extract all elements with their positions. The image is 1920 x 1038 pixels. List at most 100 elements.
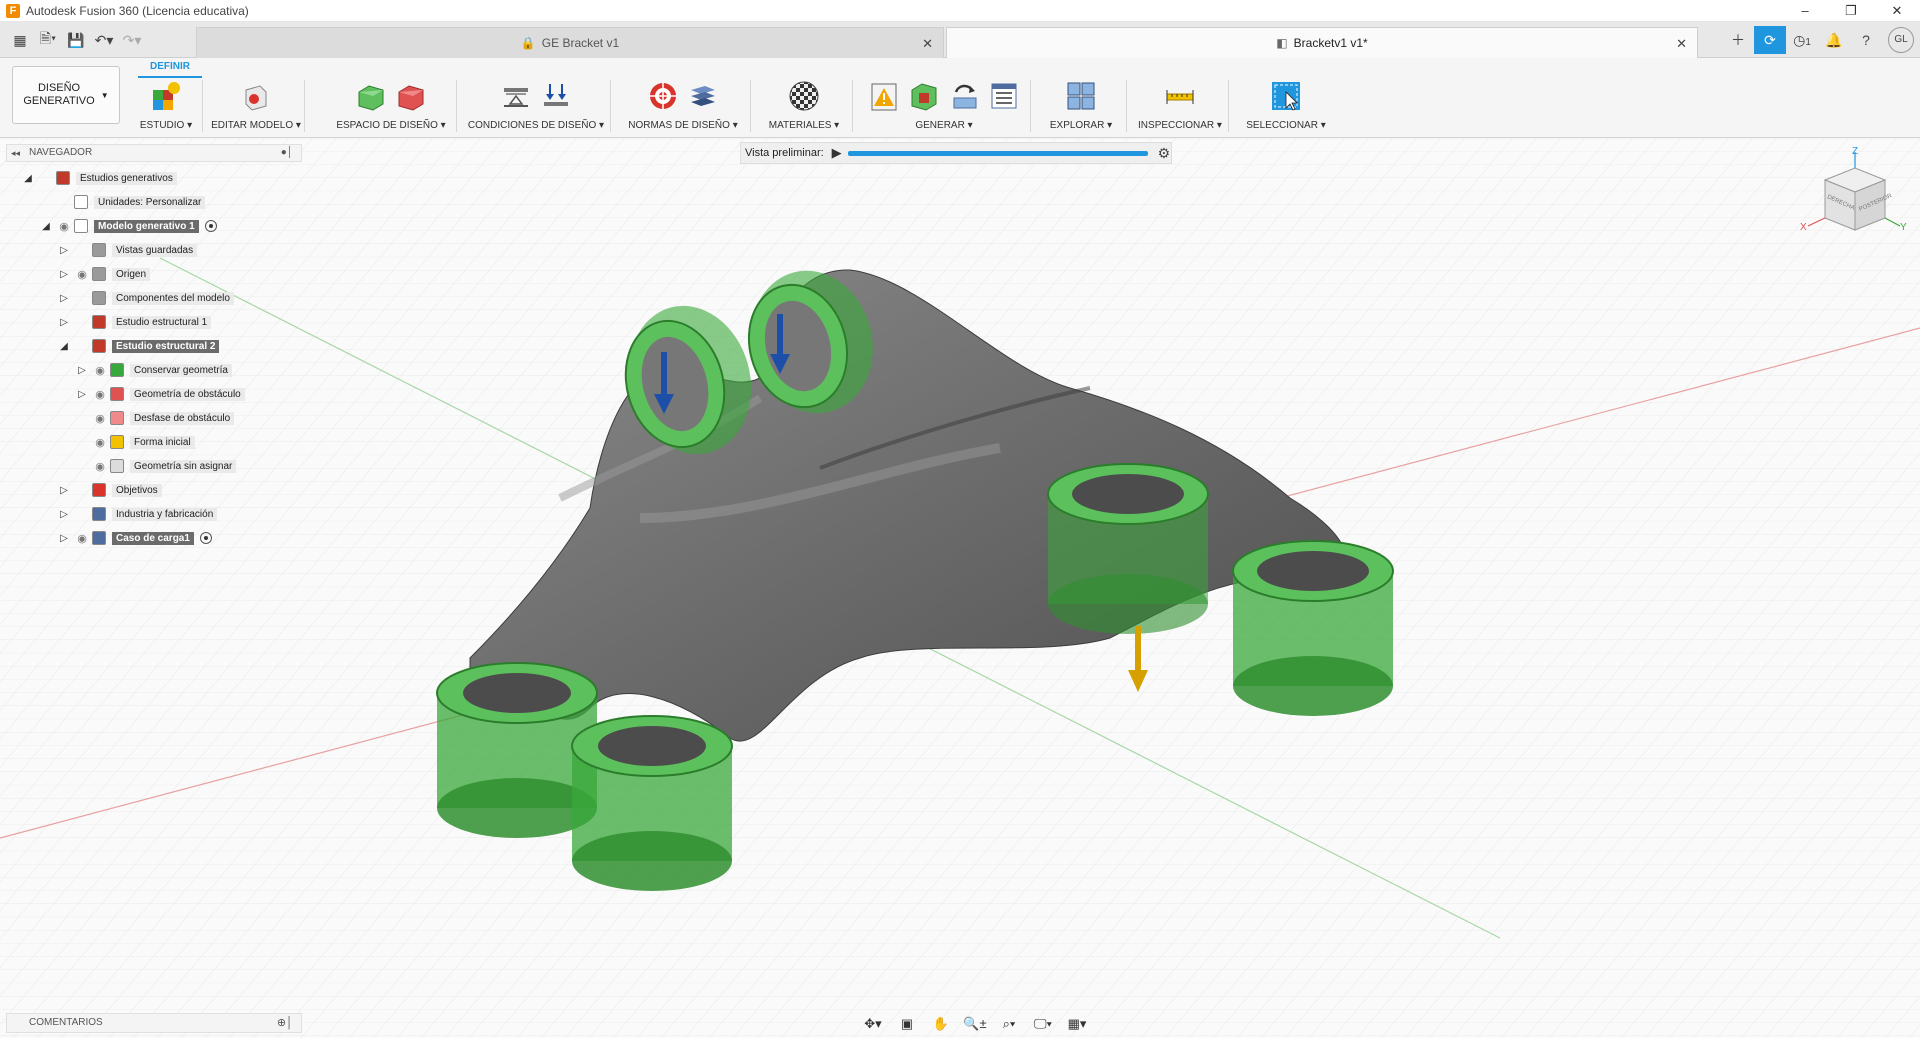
browser-node-label[interactable]: Geometría sin asignar: [130, 459, 237, 473]
browser-header[interactable]: ◂◂ NAVEGADOR ●│: [6, 144, 302, 162]
browser-node-label[interactable]: Desfase de obstáculo: [130, 411, 235, 425]
browser-node-label[interactable]: Modelo generativo 1: [94, 219, 199, 233]
browser-node[interactable]: ▷ Vistas guardadas: [58, 240, 198, 260]
canvas-viewport[interactable]: [0, 138, 1920, 1038]
browser-node-label[interactable]: Vistas guardadas: [112, 243, 198, 257]
new-tab-icon[interactable]: ＋: [1722, 26, 1754, 54]
browser-node[interactable]: ◉ Geometría sin asignar: [76, 456, 237, 476]
grid-settings-icon[interactable]: ▦▾: [1062, 1013, 1092, 1035]
browser-node-label[interactable]: Conservar geometría: [130, 363, 232, 377]
browser-node-label[interactable]: Industria y fabricación: [112, 507, 218, 521]
orbit-icon[interactable]: ✥▾: [858, 1013, 888, 1035]
grid-menu-icon[interactable]: ▦: [6, 32, 34, 49]
add-comment-icon[interactable]: ⊕│: [277, 1014, 293, 1032]
expand-toggle-icon[interactable]: ◢: [40, 221, 52, 232]
activate-radio[interactable]: [199, 532, 212, 544]
browser-node-label[interactable]: Estudio estructural 1: [112, 315, 212, 329]
pin-icon[interactable]: ●│: [281, 145, 293, 161]
tab-bracketv1[interactable]: ◧ Bracketv1 v1* ✕: [946, 27, 1698, 58]
ribbon-group-explorar[interactable]: EXPLORAR ▾: [1036, 78, 1127, 138]
visibility-eye-icon[interactable]: ◉: [92, 436, 108, 449]
notifications-icon[interactable]: 🔔: [1818, 26, 1850, 54]
browser-node-label[interactable]: Objetivos: [112, 483, 162, 497]
redo-icon[interactable]: ↷▾: [118, 32, 146, 49]
browser-node-label[interactable]: Estudio estructural 2: [112, 339, 220, 353]
visibility-eye-icon[interactable]: ◉: [74, 268, 90, 281]
browser-node-label[interactable]: Componentes del modelo: [112, 291, 234, 305]
browser-node[interactable]: ▷ Industria y fabricación: [58, 504, 218, 524]
expand-toggle-icon[interactable]: ▷: [58, 293, 70, 304]
browser-node[interactable]: ▷ ◉ Origen: [58, 264, 151, 284]
visibility-eye-icon[interactable]: ◉: [92, 388, 108, 401]
ribbon-group-espacio-diseno[interactable]: ESPACIO DE DISEÑO ▾: [326, 78, 457, 138]
browser-node[interactable]: ◢ Estudio estructural 2: [58, 336, 220, 356]
minimize-button[interactable]: –: [1782, 0, 1828, 22]
viewcube[interactable]: Z X Y DERECHA POSTERIOR: [1800, 146, 1910, 240]
preserve-boss-back-right[interactable]: [1232, 540, 1394, 716]
collapse-icon[interactable]: ◂◂: [11, 145, 20, 161]
visibility-eye-icon[interactable]: ◉: [92, 364, 108, 377]
look-at-icon[interactable]: ▣: [892, 1013, 922, 1035]
expand-toggle-icon[interactable]: ▷: [58, 317, 70, 328]
close-tab-icon[interactable]: ✕: [922, 36, 933, 52]
preview-slider[interactable]: [847, 150, 1148, 156]
close-tab-icon[interactable]: ✕: [1676, 36, 1687, 52]
browser-node[interactable]: ▷ ◉ Geometría de obstáculo: [76, 384, 245, 404]
browser-node-label[interactable]: Forma inicial: [130, 435, 195, 449]
visibility-eye-icon[interactable]: ◉: [92, 460, 108, 473]
expand-toggle-icon[interactable]: ▷: [58, 269, 70, 280]
browser-node[interactable]: ◢ ◉ Modelo generativo 1: [40, 216, 217, 236]
expand-toggle-icon[interactable]: ▷: [58, 485, 70, 496]
tab-ge-bracket[interactable]: 🔒 GE Bracket v1 ✕: [196, 27, 944, 58]
browser-node[interactable]: ▷ ◉ Caso de carga1: [58, 528, 212, 548]
preserve-boss-back-middle[interactable]: [1047, 463, 1209, 634]
browser-node[interactable]: ◉ Desfase de obstáculo: [76, 408, 235, 428]
expand-toggle-icon[interactable]: ◢: [58, 341, 70, 352]
display-settings-icon[interactable]: 🖵▾: [1028, 1013, 1058, 1035]
browser-node[interactable]: ◉ Forma inicial: [76, 432, 195, 452]
help-icon[interactable]: ?: [1850, 26, 1882, 54]
expand-toggle-icon[interactable]: ▷: [58, 245, 70, 256]
expand-toggle-icon[interactable]: ▷: [58, 533, 70, 544]
visibility-eye-icon[interactable]: ◉: [74, 532, 90, 545]
ribbon-group-condiciones[interactable]: CONDICIONES DE DISEÑO ▾: [462, 78, 611, 138]
play-icon[interactable]: ▶: [832, 145, 842, 161]
zoom-icon[interactable]: 🔍±: [960, 1013, 990, 1035]
browser-node[interactable]: ▷ ◉ Conservar geometría: [76, 360, 232, 380]
expand-toggle-icon[interactable]: ▷: [76, 389, 88, 400]
activate-radio[interactable]: [204, 220, 217, 232]
close-window-button[interactable]: ✕: [1874, 0, 1920, 22]
save-icon[interactable]: 💾: [62, 32, 90, 49]
browser-node[interactable]: ▷ Componentes del modelo: [58, 288, 234, 308]
ribbon-group-generar[interactable]: GENERAR ▾: [858, 78, 1031, 138]
visibility-eye-icon[interactable]: ◉: [92, 412, 108, 425]
ribbon-group-estudio[interactable]: ESTUDIO ▾: [130, 78, 203, 138]
avatar[interactable]: GL: [1888, 27, 1914, 53]
browser-node[interactable]: ▷ Objetivos: [58, 480, 162, 500]
workspace-switcher[interactable]: DISEÑO GENERATIVO ▼: [12, 66, 120, 124]
restore-button[interactable]: ❐: [1828, 0, 1874, 22]
comments-panel[interactable]: COMENTARIOS ⊕│: [6, 1013, 302, 1033]
gear-icon[interactable]: ⚙: [1158, 145, 1171, 162]
sync-icon[interactable]: ⟳: [1754, 26, 1786, 54]
job-status-icon[interactable]: ◷1: [1786, 26, 1818, 54]
file-icon[interactable]: 🗎▾: [34, 28, 62, 52]
browser-node-label[interactable]: Estudios generativos: [76, 171, 177, 185]
expand-toggle-icon[interactable]: ▷: [58, 509, 70, 520]
expand-toggle-icon[interactable]: ◢: [22, 173, 34, 184]
undo-icon[interactable]: ↶▾: [90, 32, 118, 49]
browser-node[interactable]: ▷ Estudio estructural 1: [58, 312, 212, 332]
browser-node-label[interactable]: Geometría de obstáculo: [130, 387, 245, 401]
browser-node-label[interactable]: Origen: [112, 267, 151, 281]
ribbon-group-seleccionar[interactable]: SELECCIONAR ▾: [1234, 78, 1338, 138]
ribbon-group-editar-modelo[interactable]: EDITAR MODELO ▾: [208, 78, 305, 138]
ribbon-group-inspeccionar[interactable]: INSPECCIONAR ▾: [1132, 78, 1229, 138]
browser-node-label[interactable]: Unidades: Personalizar: [94, 195, 206, 209]
browser-node[interactable]: ◢ Estudios generativos: [22, 168, 177, 188]
expand-toggle-icon[interactable]: ▷: [76, 365, 88, 376]
browser-node[interactable]: Unidades: Personalizar: [40, 192, 206, 212]
pan-icon[interactable]: ✋: [926, 1013, 956, 1035]
ribbon-group-normas[interactable]: NORMAS DE DISEÑO ▾: [616, 78, 751, 138]
browser-node-label[interactable]: Caso de carga1: [112, 531, 194, 545]
tab-definir[interactable]: DEFINIR: [138, 58, 202, 78]
